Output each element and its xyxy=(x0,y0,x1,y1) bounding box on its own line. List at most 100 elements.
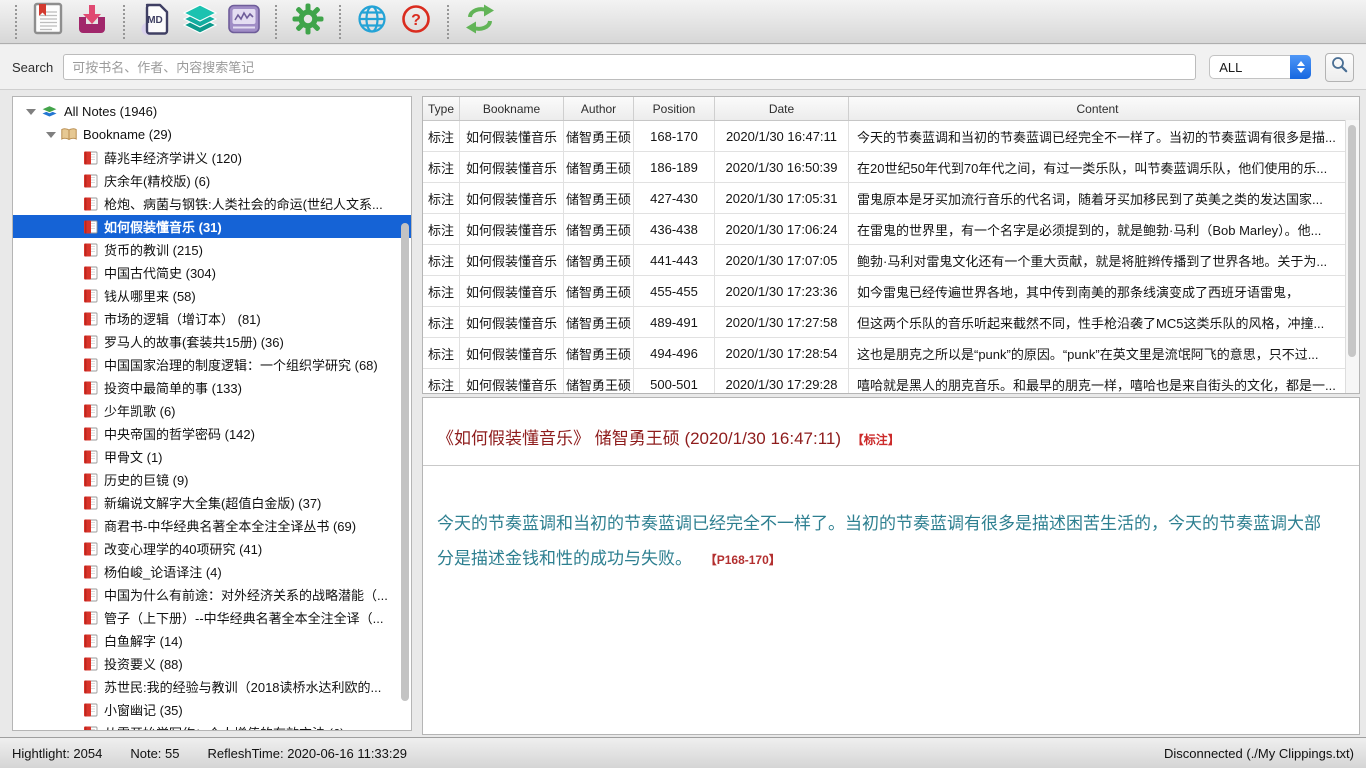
cell-type: 标注 xyxy=(423,338,460,368)
sidebar-tree-item[interactable]: 小窗幽记 (35) xyxy=(13,698,411,721)
sidebar-tree-item[interactable]: 商君书-中华经典名著全本全注全译丛书 (69) xyxy=(13,514,411,537)
table-row[interactable]: 标注 如何假装懂音乐 储智勇王硕 441-443 2020/1/30 17:07… xyxy=(423,245,1359,276)
sidebar-item-label: All Notes (1946) xyxy=(64,104,157,119)
cell-author: 储智勇王硕 xyxy=(564,214,634,244)
table-row[interactable]: 标注 如何假装懂音乐 储智勇王硕 455-455 2020/1/30 17:23… xyxy=(423,276,1359,307)
sidebar-item-label: 历史的巨镜 (9) xyxy=(104,470,189,489)
sidebar-tree-item[interactable]: 中国为什么有前途：对外经济关系的战略潜能（... xyxy=(13,583,411,606)
cell-content: 如今雷鬼已经传遍世界各地，其中传到南美的那条线演变成了西班牙语雷鬼， xyxy=(849,276,1346,306)
sidebar-scrollbar[interactable] xyxy=(401,223,409,701)
sidebar-tree-item[interactable]: Bookname (29) xyxy=(13,123,411,146)
table-row[interactable]: 标注 如何假装懂音乐 储智勇王硕 436-438 2020/1/30 17:06… xyxy=(423,214,1359,245)
disclosure-triangle-icon[interactable] xyxy=(26,109,36,115)
table-row[interactable]: 标注 如何假装懂音乐 储智勇王硕 489-491 2020/1/30 17:27… xyxy=(423,307,1359,338)
cell-bookname: 如何假装懂音乐 xyxy=(460,369,564,394)
sidebar-item-label: 货币的教训 (215) xyxy=(104,240,203,259)
help-button[interactable]: ? xyxy=(396,2,436,42)
cell-bookname: 如何假装懂音乐 xyxy=(460,338,564,368)
import-button[interactable] xyxy=(72,2,112,42)
cell-content: 鲍勃·马利对雷鬼文化还有一个重大贡献，就是将脏辫传播到了世界各地。关于为... xyxy=(849,245,1346,275)
cell-position: 441-443 xyxy=(634,245,715,275)
red-book-icon xyxy=(83,496,98,510)
sidebar-tree-item[interactable]: 白鱼解字 (14) xyxy=(13,629,411,652)
sidebar-item-label: 杨伯峻_论语译注 (4) xyxy=(104,562,222,581)
sidebar: All Notes (1946) xyxy=(12,96,412,731)
sidebar-tree-item[interactable]: 新编说文解字大全集(超值白金版) (37) xyxy=(13,491,411,514)
table-scrollbar-thumb[interactable] xyxy=(1348,125,1356,357)
cell-content: 在雷鬼的世界里，有一个名字是必须提到的，就是鲍勃·马利（Bob Marley）。… xyxy=(849,214,1346,244)
red-book-icon xyxy=(83,289,98,303)
sidebar-tree-item[interactable]: 改变心理学的40项研究 (41) xyxy=(13,537,411,560)
sidebar-tree-item[interactable]: 如何假装懂音乐 (31) xyxy=(13,215,411,238)
refresh-button[interactable] xyxy=(460,2,500,42)
cell-content: 在20世纪50年代到70年代之间，有过一类乐队，叫节奏蓝调乐队，他们使用的乐..… xyxy=(849,152,1346,182)
sidebar-item-label: 中国国家治理的制度逻辑：一个组织学研究 (68) xyxy=(104,355,378,374)
search-input[interactable] xyxy=(63,54,1196,80)
sidebar-tree-item[interactable]: 苏世民:我的经验与教训（2018读桥水达利欧的... xyxy=(13,675,411,698)
red-book-icon xyxy=(83,473,98,487)
sidebar-tree-item[interactable]: 中央帝国的哲学密码 (142) xyxy=(13,422,411,445)
column-header-type[interactable]: Type xyxy=(423,97,460,120)
column-header-date[interactable]: Date xyxy=(715,97,849,120)
sidebar-tree-item[interactable]: 少年凯歌 (6) xyxy=(13,399,411,422)
layers-button[interactable] xyxy=(180,2,220,42)
sidebar-tree-item[interactable]: 历史的巨镜 (9) xyxy=(13,468,411,491)
disclosure-triangle-icon[interactable] xyxy=(46,132,56,138)
markdown-export-button[interactable]: MD xyxy=(136,2,176,42)
cell-author: 储智勇王硕 xyxy=(564,307,634,337)
search-label: Search xyxy=(12,60,53,75)
column-header-content[interactable]: Content xyxy=(849,97,1346,120)
column-header-position[interactable]: Position xyxy=(634,97,715,120)
column-header-bookname[interactable]: Bookname xyxy=(460,97,564,120)
table-row[interactable]: 标注 如何假装懂音乐 储智勇王硕 186-189 2020/1/30 16:50… xyxy=(423,152,1359,183)
sidebar-tree-item[interactable]: 中国古代简史 (304) xyxy=(13,261,411,284)
toolbar-separator xyxy=(275,5,277,39)
cell-bookname: 如何假装懂音乐 xyxy=(460,214,564,244)
sidebar-tree-item[interactable]: 市场的逻辑（增订本） (81) xyxy=(13,307,411,330)
status-bar: Hightlight: 2054 Note: 55 RefleshTime: 2… xyxy=(0,737,1366,768)
table-row[interactable]: 标注 如何假装懂音乐 储智勇王硕 168-170 2020/1/30 16:47… xyxy=(423,121,1359,152)
cell-author: 储智勇王硕 xyxy=(564,369,634,394)
table-row[interactable]: 标注 如何假装懂音乐 储智勇王硕 427-430 2020/1/30 17:05… xyxy=(423,183,1359,214)
cell-date: 2020/1/30 17:06:24 xyxy=(715,214,849,244)
cell-type: 标注 xyxy=(423,369,460,394)
cell-date: 2020/1/30 17:23:36 xyxy=(715,276,849,306)
sidebar-tree-item[interactable]: 薛兆丰经济学讲义 (120) xyxy=(13,146,411,169)
cell-author: 储智勇王硕 xyxy=(564,121,634,151)
sidebar-tree-item[interactable]: 杨伯峻_论语译注 (4) xyxy=(13,560,411,583)
search-go-button[interactable] xyxy=(1325,53,1354,82)
website-button[interactable] xyxy=(352,2,392,42)
sidebar-tree-item[interactable]: All Notes (1946) xyxy=(13,100,411,123)
sidebar-tree-item[interactable]: 罗马人的故事(套装共15册) (36) xyxy=(13,330,411,353)
red-book-icon xyxy=(83,519,98,533)
sidebar-item-label: 投资要义 (88) xyxy=(104,654,183,673)
sidebar-tree-item[interactable]: 从零开始学写作：个人增值的有效方法 (6) xyxy=(13,721,411,731)
table-row[interactable]: 标注 如何假装懂音乐 储智勇王硕 494-496 2020/1/30 17:28… xyxy=(423,338,1359,369)
statistics-button[interactable] xyxy=(224,2,264,42)
note-detail-body: 今天的节奏蓝调和当初的节奏蓝调已经完全不一样了。当初的节奏蓝调有很多是描述困苦生… xyxy=(437,506,1323,578)
cell-date: 2020/1/30 17:28:54 xyxy=(715,338,849,368)
table-row[interactable]: 标注 如何假装懂音乐 储智勇王硕 500-501 2020/1/30 17:29… xyxy=(423,369,1359,394)
sidebar-tree-item[interactable]: 投资要义 (88) xyxy=(13,652,411,675)
red-book-icon xyxy=(83,726,98,732)
red-book-icon xyxy=(83,542,98,556)
notes-button[interactable] xyxy=(28,2,68,42)
cell-bookname: 如何假装懂音乐 xyxy=(460,245,564,275)
table-scrollbar-track[interactable] xyxy=(1345,120,1359,393)
sidebar-tree-item[interactable]: 货币的教训 (215) xyxy=(13,238,411,261)
sidebar-tree-item[interactable]: 甲骨文 (1) xyxy=(13,445,411,468)
sidebar-tree-item[interactable]: 枪炮、病菌与钢铁:人类社会的命运(世纪人文系... xyxy=(13,192,411,215)
red-book-icon xyxy=(83,404,98,418)
all-notes-books-icon xyxy=(41,105,58,119)
note-detail-title: 《如何假装懂音乐》 储智勇王硕 (2020/1/30 16:47:11) 【标注… xyxy=(437,424,1343,449)
gear-icon xyxy=(292,3,324,40)
settings-button[interactable] xyxy=(288,2,328,42)
sidebar-tree-item[interactable]: 管子（上下册）--中华经典名著全本全注全译（... xyxy=(13,606,411,629)
column-header-author[interactable]: Author xyxy=(564,97,634,120)
sidebar-tree-item[interactable]: 中国国家治理的制度逻辑：一个组织学研究 (68) xyxy=(13,353,411,376)
sidebar-tree-item[interactable]: 投资中最简单的事 (133) xyxy=(13,376,411,399)
filter-dropdown[interactable]: ALL xyxy=(1209,55,1311,79)
cell-position: 500-501 xyxy=(634,369,715,394)
sidebar-tree-item[interactable]: 庆余年(精校版) (6) xyxy=(13,169,411,192)
sidebar-tree-item[interactable]: 钱从哪里来 (58) xyxy=(13,284,411,307)
